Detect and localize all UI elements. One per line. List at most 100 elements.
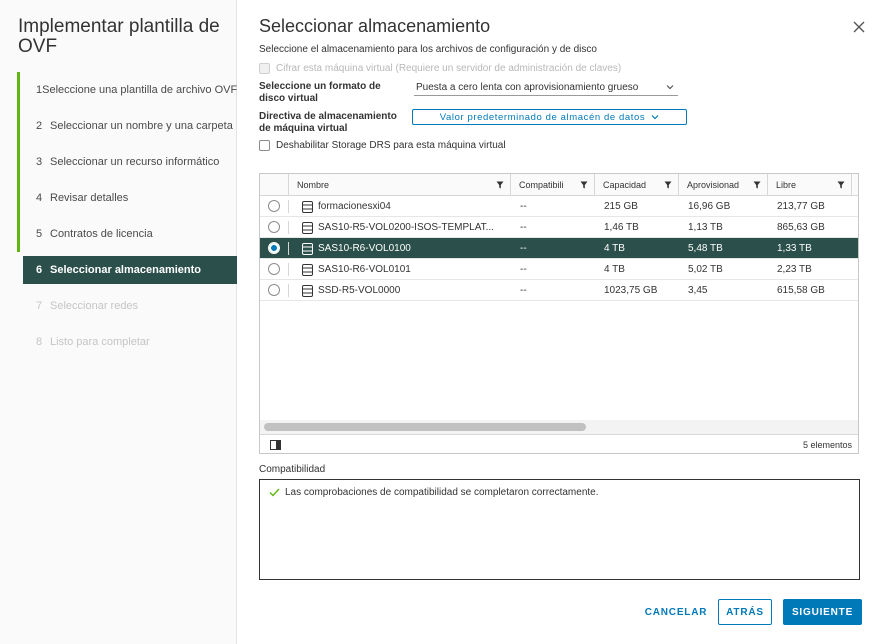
cell-capacity: 4 TB: [604, 243, 625, 254]
vm-storage-policy-dropdown[interactable]: Valor predeterminado de almacén de datos: [412, 109, 687, 125]
datastore-name: SAS10-R6-VOL0100: [318, 243, 411, 254]
column-header-label: Libre: [776, 180, 797, 190]
column-header-label: Compatibili: [519, 180, 564, 190]
grid-footer: 5 elementos: [260, 434, 858, 453]
step-2[interactable]: 2 Seleccionar un nombre y una carpeta: [17, 108, 237, 144]
step-label: Seleccionar redes: [50, 300, 139, 312]
cell-compat: --: [520, 222, 527, 233]
datastore-name: formacionesxi04: [318, 201, 391, 212]
step-label: Seleccionar un nombre y una carpeta: [50, 120, 233, 132]
table-row[interactable]: SAS10-R5-VOL0200-ISOS-TEMPLAT... -- 1,46…: [260, 217, 858, 238]
wizard-main: Seleccionar almacenamiento Seleccione el…: [237, 0, 880, 644]
step-number: 5: [36, 228, 43, 240]
row-separator: [288, 200, 289, 213]
step-5[interactable]: 5 Contratos de licencia: [17, 216, 237, 252]
step-label: Revisar detalles: [50, 192, 129, 204]
cell-capacity: 215 GB: [604, 201, 638, 212]
cell-provisioned: 5,48 TB: [688, 243, 723, 254]
filter-icon[interactable]: [496, 181, 504, 189]
cell-name: SSD-R5-VOL0000: [294, 280, 510, 301]
cell-free: 615,58 GB: [777, 285, 825, 296]
cell-name: formacionesxi04: [294, 196, 510, 217]
cell-free: 865,63 GB: [777, 222, 825, 233]
cell-provisioned: 5,02 TB: [688, 264, 723, 275]
column-toggle-icon[interactable]: [270, 440, 281, 450]
step-label: Seleccionar un recurso informático: [50, 156, 220, 168]
disable-drs-checkbox[interactable]: [259, 140, 270, 151]
encrypt-vm-checkbox: [259, 63, 270, 74]
datastore-name: SSD-R5-VOL0000: [318, 285, 401, 296]
step-6-active[interactable]: 6 Seleccionar almacenamiento: [23, 256, 237, 284]
back-button[interactable]: ATRÁS: [718, 599, 772, 625]
column-header-provisioned[interactable]: Aprovisionad: [678, 174, 767, 196]
page-subtitle: Seleccione el almacenamiento para los ar…: [259, 44, 597, 55]
column-header-label: Nombre: [297, 180, 330, 190]
cell-capacity: 1023,75 GB: [604, 285, 658, 296]
row-separator: [288, 284, 289, 297]
step-label: Seleccione una plantilla de archivo OVF: [42, 84, 237, 96]
compatibility-message: Las comprobaciones de compatibilidad se …: [269, 487, 599, 498]
encrypt-vm-checkbox-row: Cifrar esta máquina virtual (Requiere un…: [259, 63, 621, 74]
step-number: 2: [36, 120, 43, 132]
next-button[interactable]: SIGUIENTE: [783, 599, 862, 625]
step-3[interactable]: 3 Seleccionar un recurso informático: [17, 144, 237, 180]
cancel-button[interactable]: CANCELAR: [641, 599, 711, 625]
column-header-compat[interactable]: Compatibili: [510, 174, 594, 196]
column-header-label: Aprovisionad: [687, 180, 740, 190]
cell-name: SAS10-R6-VOL0100: [294, 238, 510, 259]
step-8: 8 Listo para completar: [17, 324, 237, 360]
deploy-ovf-dialog: Implementar plantilla de OVF 1 Seleccione…: [0, 0, 880, 644]
vm-storage-policy-label: Directiva de almacenamiento de máquina v…: [259, 111, 397, 134]
scrollbar-thumb[interactable]: [264, 423, 586, 431]
column-header-label: Capacidad: [603, 180, 647, 190]
row-radio[interactable]: [268, 200, 280, 212]
cell-compat: --: [520, 243, 527, 254]
wizard-steps: 1 Seleccione una plantilla de archivo OVF…: [17, 72, 237, 360]
cell-name: SAS10-R5-VOL0200-ISOS-TEMPLAT...: [294, 217, 510, 238]
disable-drs-row: Deshabilitar Storage DRS para esta máqui…: [259, 140, 506, 151]
step-number: 3: [36, 156, 43, 168]
step-label: Contratos de licencia: [50, 228, 153, 240]
grid-header: Nombre Compatibili Capacidad Aprovisiona…: [260, 174, 858, 196]
table-row-selected[interactable]: SAS10-R6-VOL0100 -- 4 TB 5,48 TB 1,33 TB: [260, 238, 858, 259]
table-row[interactable]: SAS10-R6-VOL0101 -- 4 TB 5,02 TB 2,23 TB: [260, 259, 858, 280]
datastore-grid: Nombre Compatibili Capacidad Aprovisiona…: [259, 173, 859, 454]
horizontal-scrollbar[interactable]: [260, 420, 858, 434]
compatibility-text: Las comprobaciones de compatibilidad se …: [285, 487, 599, 498]
row-separator: [288, 263, 289, 276]
datastore-icon: [302, 263, 313, 276]
column-header-free[interactable]: Libre: [767, 174, 851, 196]
encrypt-vm-label: Cifrar esta máquina virtual (Requiere un…: [276, 63, 622, 74]
step-label: Seleccionar almacenamiento: [50, 264, 202, 276]
disk-format-value: Puesta a cero lenta con aprovisionamient…: [416, 82, 639, 93]
disable-drs-label: Deshabilitar Storage DRS para esta máqui…: [276, 140, 506, 151]
table-row[interactable]: SSD-R5-VOL0000 -- 1023,75 GB 3,45 615,58…: [260, 280, 858, 301]
step-number: 7: [36, 300, 43, 312]
row-radio[interactable]: [268, 263, 280, 275]
check-icon: [269, 488, 280, 497]
column-header-capacity[interactable]: Capacidad: [594, 174, 678, 196]
close-icon[interactable]: [852, 20, 866, 34]
filter-icon[interactable]: [837, 181, 845, 189]
table-row[interactable]: formacionesxi04 -- 215 GB 16,96 GB 213,7…: [260, 196, 858, 217]
filter-icon[interactable]: [664, 181, 672, 189]
row-radio[interactable]: [268, 284, 280, 296]
page-title: Seleccionar almacenamiento: [259, 16, 491, 36]
step-number: 6: [36, 264, 43, 276]
row-separator: [288, 242, 289, 255]
filter-icon[interactable]: [580, 181, 588, 189]
cell-capacity: 4 TB: [604, 264, 625, 275]
row-radio[interactable]: [268, 221, 280, 233]
step-4[interactable]: 4 Revisar detalles: [17, 180, 237, 216]
row-separator: [288, 221, 289, 234]
chevron-down-icon: [651, 115, 659, 120]
column-header-name[interactable]: Nombre: [288, 174, 510, 196]
step-1[interactable]: 1 Seleccione una plantilla de archivo OVF: [17, 72, 237, 108]
cell-name: SAS10-R6-VOL0101: [294, 259, 510, 280]
item-count: 5 elementos: [802, 440, 852, 450]
filter-icon[interactable]: [753, 181, 761, 189]
datastore-icon: [302, 221, 313, 234]
datastore-icon: [302, 284, 313, 297]
row-radio-checked[interactable]: [268, 242, 280, 254]
disk-format-select[interactable]: Puesta a cero lenta con aprovisionamient…: [414, 80, 678, 96]
